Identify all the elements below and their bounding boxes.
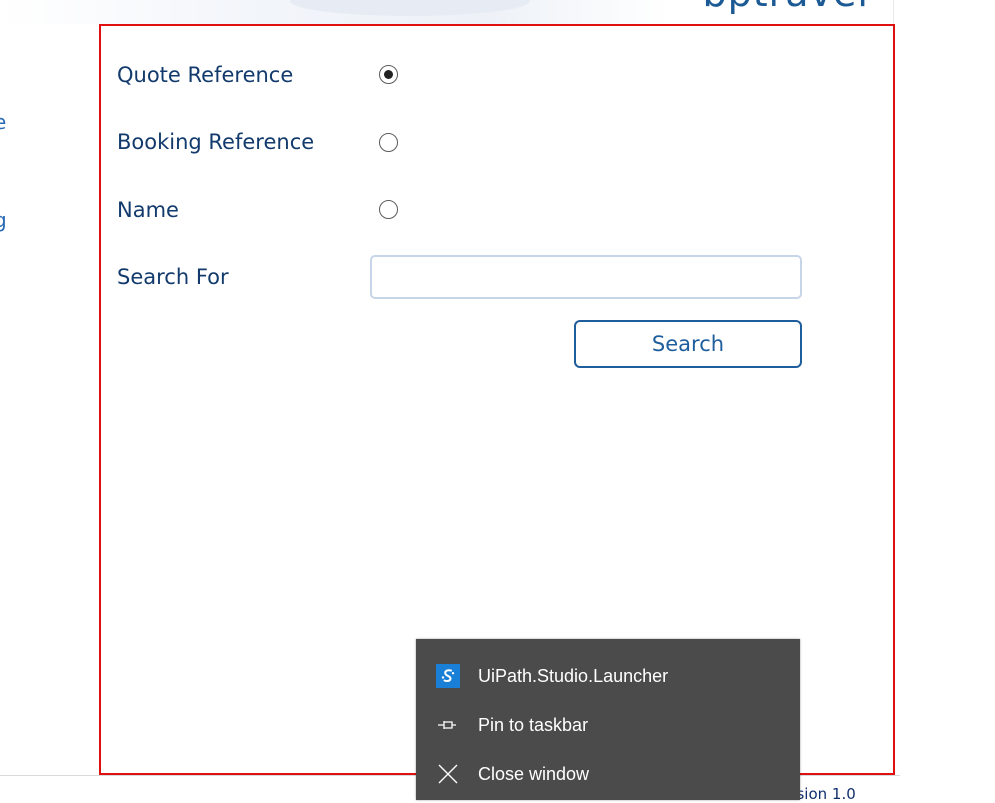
header-swoosh	[290, 0, 530, 16]
jumplist-app-item[interactable]: UiPath.Studio.Launcher	[416, 654, 800, 698]
header-divider	[893, 0, 894, 24]
jumplist-app-name: UiPath.Studio.Launcher	[478, 666, 669, 686]
uipath-app-icon	[436, 664, 460, 688]
brand-logo-text: bptravel	[703, 0, 869, 12]
taskbar-jumplist: UiPath.Studio.Launcher Pin to taskbar Cl…	[416, 639, 800, 800]
footer-divider	[0, 775, 416, 776]
jumplist-pin-label: Pin to taskbar	[478, 715, 589, 735]
sidebar-link-1[interactable]: e	[0, 110, 6, 134]
jumplist-close-item[interactable]: Close window	[416, 752, 800, 796]
sidebar-link-2[interactable]: g	[0, 208, 7, 232]
jumplist-close-label: Close window	[478, 764, 590, 784]
close-icon	[436, 762, 460, 786]
footer-divider-right	[800, 775, 900, 776]
pin-icon	[436, 713, 460, 737]
jumplist-pin-item[interactable]: Pin to taskbar	[416, 703, 800, 747]
